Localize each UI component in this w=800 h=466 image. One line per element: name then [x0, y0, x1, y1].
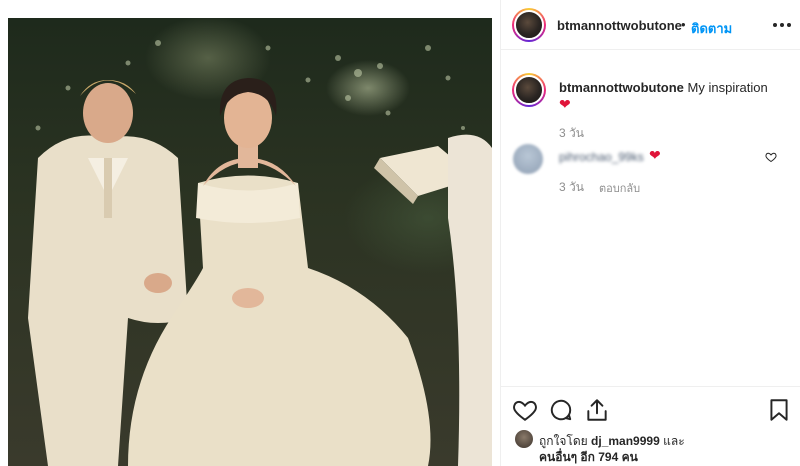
commenter-username[interactable]: pihrochao_99ks — [559, 150, 644, 164]
likes-line-2: คนอื่นๆ อีก 794 คน — [539, 448, 638, 466]
comment-heart-emoji-icon: ❤ — [649, 147, 661, 163]
like-heart-icon[interactable] — [512, 397, 538, 423]
liker-avatar[interactable] — [515, 430, 533, 448]
author-avatar[interactable] — [512, 8, 546, 42]
liker-username[interactable]: dj_man9999 — [591, 434, 660, 448]
others-count-link[interactable]: คนอื่นๆ อีก 794 คน — [539, 450, 638, 464]
author-username[interactable]: btmannottwobutone — [557, 18, 682, 33]
caption-text: My inspiration — [687, 80, 768, 95]
commenter-avatar[interactable] — [513, 144, 543, 174]
post-photo[interactable] — [8, 18, 492, 466]
bookmark-icon[interactable] — [766, 397, 792, 423]
post-header: btmannottwobutone • ติดตาม — [501, 0, 800, 50]
reply-button[interactable]: ตอบกลับ — [599, 179, 640, 197]
caption-timestamp[interactable]: 3 วัน — [559, 124, 584, 143]
likes-summary: ถูกใจโดย dj_man9999 และ คนอื่นๆ อีก 794 … — [501, 428, 800, 466]
likes-and: และ — [663, 434, 685, 448]
post-media-pane — [0, 0, 500, 466]
share-upload-icon[interactable] — [584, 397, 610, 423]
red-heart-emoji-icon: ❤ — [559, 96, 571, 112]
header-separator: • — [681, 17, 686, 32]
caption-avatar[interactable] — [512, 73, 546, 107]
wedding-photo-illustration — [28, 40, 492, 466]
likes-prefix: ถูกใจโดย — [539, 434, 588, 448]
comment-like-icon[interactable] — [765, 151, 777, 166]
post-action-bar — [501, 386, 800, 432]
caption-username[interactable]: btmannottwobutone — [559, 80, 684, 95]
follow-button[interactable]: ติดตาม — [691, 18, 732, 39]
comment-bubble-icon[interactable] — [548, 397, 574, 423]
post-caption: btmannottwobutone My inspiration ❤ — [559, 80, 789, 113]
post-side-panel: btmannottwobutone • ติดตาม btmannottwobu… — [500, 0, 800, 466]
comment-timestamp[interactable]: 3 วัน — [559, 178, 584, 197]
more-options-icon[interactable] — [771, 14, 793, 36]
